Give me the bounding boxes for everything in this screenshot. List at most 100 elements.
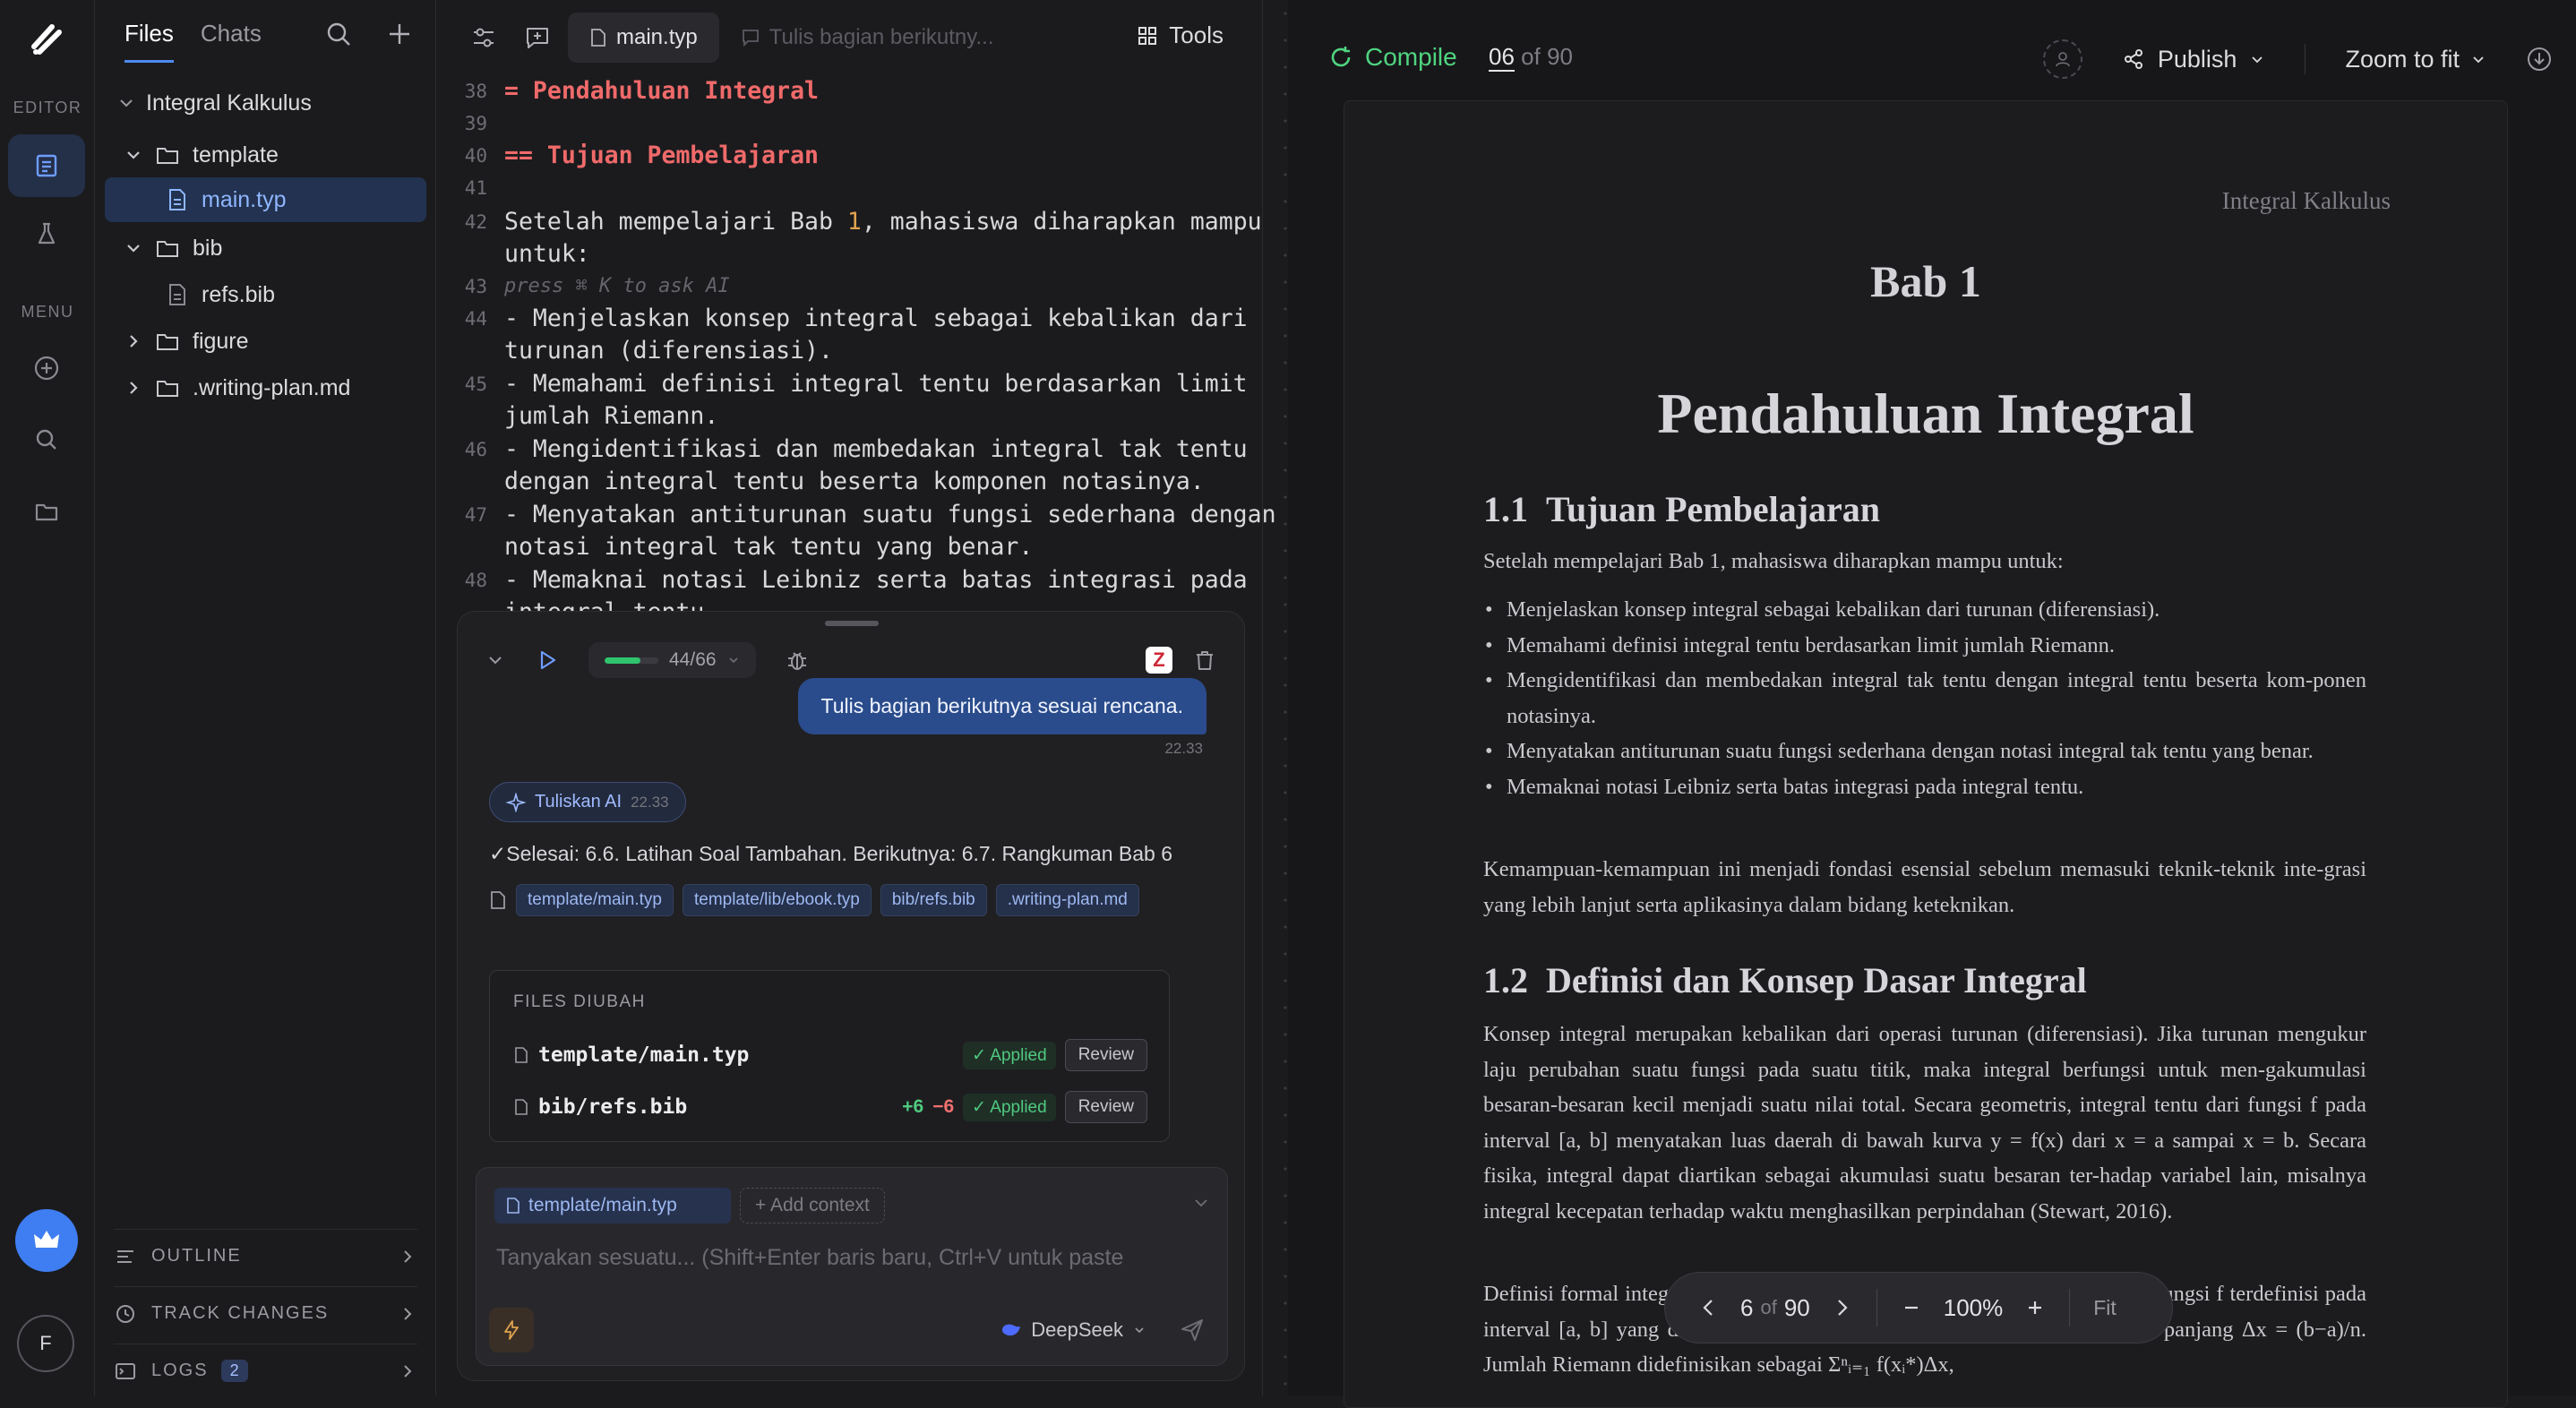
plan-progress[interactable]: 44/66: [588, 642, 756, 678]
model-name: DeepSeek: [1031, 1318, 1123, 1341]
tree-folder-writing-plan[interactable]: .writing-plan.md: [105, 365, 426, 410]
ai-time: 22.33: [631, 793, 669, 811]
track-changes-section[interactable]: TRACK CHANGES: [114, 1286, 417, 1340]
current-page[interactable]: 06: [1489, 43, 1515, 72]
chat-input-box: template/main.typ + Add context Tanyakan…: [476, 1167, 1228, 1366]
rail-section-editor: EDITOR: [13, 99, 82, 116]
logs-section[interactable]: LOGS 2: [114, 1344, 417, 1397]
model-selector[interactable]: DeepSeek: [1000, 1318, 1146, 1342]
chevron-down-icon: [127, 151, 140, 159]
file-icon: [515, 1099, 528, 1115]
page-indicator: 06 of 90: [1489, 43, 1573, 72]
divider: [2069, 1289, 2071, 1326]
file-tag[interactable]: template/lib/ebook.typ: [682, 884, 872, 916]
zoom-percent[interactable]: 100%: [1944, 1294, 2004, 1322]
tree-folder-bib[interactable]: bib: [105, 226, 426, 270]
app-logo-icon[interactable]: [25, 18, 68, 61]
line-text: - Mengidentifikasi dan membedakan integr…: [504, 434, 1248, 498]
tree-folder-template[interactable]: template: [105, 133, 426, 177]
refresh-icon: [1331, 47, 1351, 67]
tab-chat-draft[interactable]: Tulis bagian berikutny...: [719, 13, 1016, 63]
chevron-right-icon: [130, 382, 138, 394]
add-context-button[interactable]: + Add context: [740, 1188, 885, 1223]
send-icon[interactable]: [1179, 1317, 1206, 1344]
page-total: of 90: [1521, 43, 1573, 70]
lab-button[interactable]: [8, 202, 85, 265]
fit-button[interactable]: Fit: [2093, 1296, 2117, 1320]
drag-handle[interactable]: [825, 621, 879, 626]
text-run: dengan integral tentu beserta komponen n…: [504, 468, 1205, 495]
outline-section[interactable]: OUTLINE: [114, 1229, 417, 1283]
user-avatar[interactable]: F: [17, 1315, 74, 1372]
zotero-icon[interactable]: Z: [1146, 647, 1172, 674]
review-button[interactable]: Review: [1064, 1091, 1147, 1123]
zoom-in-icon[interactable]: [2024, 1297, 2046, 1318]
tree-file-refs-bib[interactable]: refs.bib: [105, 272, 426, 317]
sliders-icon[interactable]: [469, 23, 498, 52]
play-icon[interactable]: [535, 648, 560, 673]
text-run: untuk:: [504, 240, 590, 268]
history-icon: [116, 1304, 134, 1323]
code-line[interactable]: 42 Setelah mempelajari Bab 1, mahasiswa d…: [437, 206, 1263, 270]
review-button[interactable]: Review: [1064, 1039, 1147, 1071]
chat-input[interactable]: Tanyakan sesuatu... (Shift+Enter baris b…: [496, 1245, 1123, 1271]
line-text: - Menjelaskan konsep integral sebagai ke…: [504, 303, 1248, 367]
file-tag[interactable]: .writing-plan.md: [995, 884, 1139, 916]
code-line[interactable]: 46 - Mengidentifikasi dan membedakan inte…: [437, 434, 1263, 498]
tab-chats[interactable]: Chats: [201, 20, 262, 63]
search-icon[interactable]: [324, 20, 353, 48]
code-line[interactable]: 45 - Memahami definisi integral tentu ber…: [437, 368, 1263, 433]
running-header: Integral Kalkulus: [2221, 187, 2391, 214]
collaborators-button[interactable]: [2042, 39, 2082, 79]
new-button[interactable]: [8, 337, 85, 399]
download-icon[interactable]: [2526, 46, 2553, 73]
outline-icon: [117, 1249, 133, 1263]
list-item: Memaknai notasi Leibniz serta batas inte…: [1483, 769, 2366, 805]
search-button[interactable]: [8, 408, 85, 471]
tree-file-main-typ[interactable]: main.typ: [105, 177, 426, 222]
list-item: Memahami definisi integral tentu berdasa…: [1483, 628, 2366, 664]
chevron-left-icon[interactable]: [1697, 1296, 1721, 1319]
text-run: , mahasiswa diharapkan mampu: [861, 208, 1262, 236]
tree-folder-figure[interactable]: figure: [105, 319, 426, 364]
quick-actions-button[interactable]: [489, 1308, 534, 1352]
tab-label: main.typ: [616, 25, 698, 49]
crown-icon: [34, 1231, 59, 1248]
line-text: Setelah mempelajari Bab 1, mahasiswa dih…: [504, 206, 1262, 270]
tab-main-typ[interactable]: main.typ: [568, 13, 719, 63]
chevron-right-icon[interactable]: [1830, 1296, 1853, 1319]
context-chip[interactable]: template/main.typ: [494, 1188, 731, 1223]
add-file-icon[interactable]: [385, 20, 414, 48]
chevron-down-icon[interactable]: [485, 649, 506, 671]
ai-author-chip: Tuliskan AI 22.33: [489, 782, 686, 822]
tab-files[interactable]: Files: [125, 20, 174, 63]
file-tag[interactable]: template/main.typ: [516, 884, 674, 916]
file-tag[interactable]: bib/refs.bib: [880, 884, 987, 916]
folder-button[interactable]: [8, 480, 85, 543]
bug-icon[interactable]: [785, 648, 810, 673]
project-root[interactable]: Integral Kalkulus: [105, 81, 426, 125]
line-number: 44: [464, 308, 487, 330]
tools-button[interactable]: Tools: [1137, 21, 1224, 49]
progress-fill: [605, 657, 641, 664]
chat-icon: [742, 30, 759, 47]
chevron-down-icon: [1135, 1327, 1144, 1334]
pdf-page[interactable]: Integral Kalkulus Bab 1 Pendahuluan Inte…: [1344, 100, 2508, 1408]
code-line[interactable]: 47 - Menyatakan antiturunan suatu fungsi …: [437, 499, 1276, 563]
lightning-icon: [504, 1320, 519, 1340]
pager-page[interactable]: 6: [1740, 1294, 1753, 1322]
code-line[interactable]: 44 - Menjelaskan konsep integral sebagai …: [437, 303, 1263, 367]
chevron-down-icon[interactable]: [1191, 1193, 1211, 1213]
zoom-dropdown[interactable]: Zoom to fit: [2345, 46, 2486, 73]
trash-icon[interactable]: [1192, 648, 1217, 673]
terminal-icon: [116, 1362, 135, 1379]
publish-button[interactable]: Publish: [2122, 46, 2266, 73]
zoom-out-icon[interactable]: [1901, 1297, 1922, 1318]
chapter-label: Bab 1: [1870, 256, 1981, 306]
publish-label: Publish: [2157, 45, 2237, 73]
compile-button[interactable]: Compile: [1327, 43, 1457, 72]
upgrade-button[interactable]: [15, 1209, 78, 1272]
changed-file-name: template/main.typ: [538, 1043, 750, 1067]
editor-files-button[interactable]: [8, 134, 85, 197]
comment-add-icon[interactable]: [523, 23, 552, 52]
